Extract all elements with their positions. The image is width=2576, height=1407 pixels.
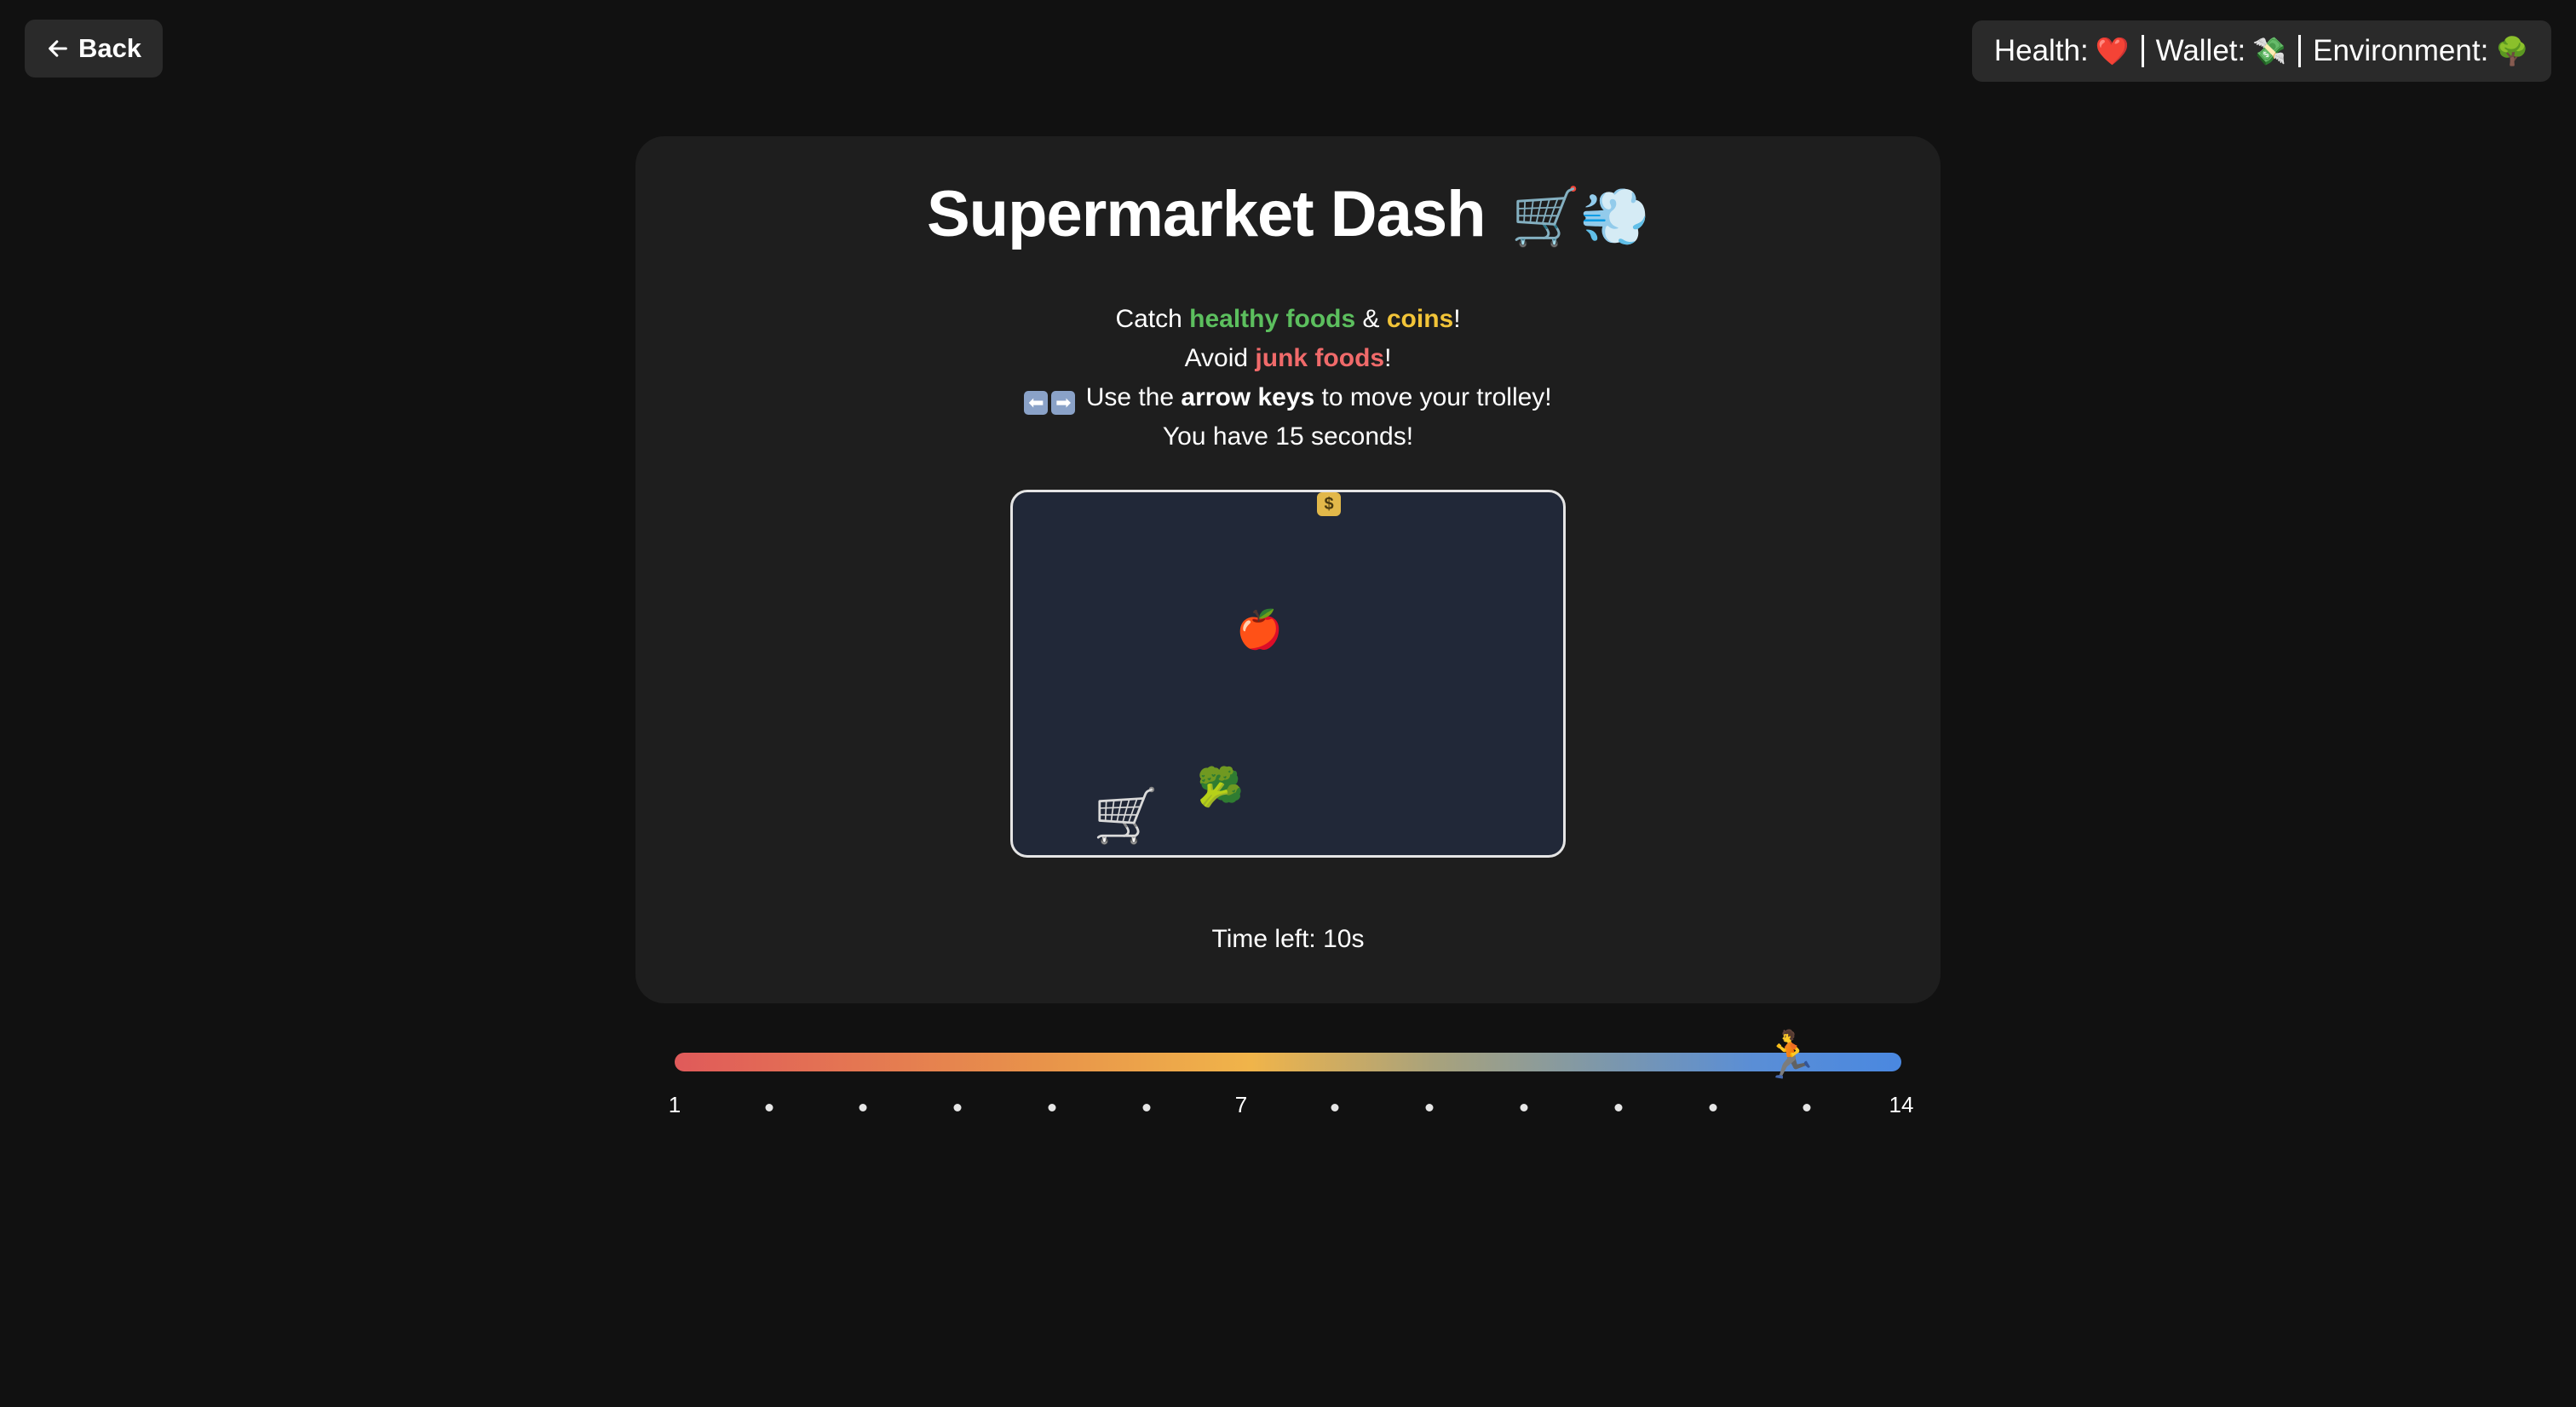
scale-dot <box>765 1104 773 1111</box>
scale-max-label: 14 <box>1889 1092 1914 1117</box>
status-divider <box>2141 35 2144 67</box>
instruction-line-controls: ⬅ ➡ Use the arrow keys to move your troll… <box>0 378 2576 417</box>
apple-icon: 🍎 <box>1236 609 1283 651</box>
runner-icon: 🏃 <box>1762 1030 1820 1081</box>
page: Back Health: ❤️ Wallet: 💸 Environment: 🌳… <box>0 0 2576 1407</box>
left-arrow-key-icon: ⬅ <box>1024 391 1049 415</box>
level-progress-track <box>675 1053 1901 1071</box>
back-button-label: Back <box>78 33 142 63</box>
scale-dot <box>1331 1104 1339 1111</box>
instruction-text: & <box>1355 305 1387 333</box>
status-bar: Health: ❤️ Wallet: 💸 Environment: 🌳 <box>1972 20 2551 82</box>
arrow-keys-text: arrow keys <box>1181 383 1315 411</box>
game-area[interactable]: $ 🍎 🥦 🛒 <box>1010 490 1566 858</box>
status-divider <box>2298 35 2302 67</box>
instruction-text: ! <box>1384 344 1392 372</box>
trolley-icon[interactable]: 🛒 <box>1093 790 1159 843</box>
scale-dot <box>1709 1104 1717 1111</box>
heart-icon: ❤️ <box>2095 36 2130 66</box>
instruction-text: Catch <box>1115 305 1190 333</box>
game-title: Supermarket Dash 🛒💨 <box>0 177 2576 251</box>
instructions: Catch healthy foods & coins! Avoid junk … <box>0 300 2576 457</box>
scale-dot <box>859 1104 867 1111</box>
instruction-text: ! <box>1453 305 1461 333</box>
cart-dash-icon: 🛒💨 <box>1510 185 1650 248</box>
game-title-text: Supermarket Dash <box>926 178 1486 250</box>
scale-dot <box>1520 1104 1528 1111</box>
back-button[interactable]: Back <box>25 20 163 78</box>
time-left: Time left: 10s <box>1211 925 1365 953</box>
right-arrow-key-icon: ➡ <box>1051 391 1076 415</box>
level-scale: 1 7 14 <box>0 1092 2576 1126</box>
scale-dot <box>1142 1104 1151 1111</box>
scale-dot <box>953 1104 962 1111</box>
instruction-line-avoid: Avoid junk foods! <box>0 339 2576 378</box>
arrow-left-icon <box>49 40 67 57</box>
instruction-text: Avoid <box>1184 344 1256 372</box>
scale-dot <box>1425 1104 1434 1111</box>
wallet-label: Wallet: <box>2155 34 2246 67</box>
coins-text: coins <box>1386 305 1454 333</box>
broccoli-icon: 🥦 <box>1197 767 1244 808</box>
coin-icon: $ <box>1317 492 1341 516</box>
junk-foods-text: junk foods <box>1255 344 1385 372</box>
instruction-text: Use the <box>1078 383 1182 411</box>
scale-mid-label: 7 <box>1234 1092 1248 1117</box>
money-wings-icon: 💸 <box>2252 36 2287 66</box>
instruction-line-catch: Catch healthy foods & coins! <box>0 300 2576 339</box>
environment-label: Environment: <box>2313 34 2489 67</box>
instruction-text: to move your trolley! <box>1314 383 1552 411</box>
tree-icon: 🌳 <box>2495 36 2530 66</box>
healthy-foods-text: healthy foods <box>1189 305 1356 333</box>
instruction-line-time: You have 15 seconds! <box>1162 422 1414 451</box>
scale-min-label: 1 <box>668 1092 681 1117</box>
scale-dot <box>1803 1104 1811 1111</box>
health-label: Health: <box>1993 34 2089 67</box>
scale-dot <box>1048 1104 1056 1111</box>
scale-dot <box>1614 1104 1623 1111</box>
